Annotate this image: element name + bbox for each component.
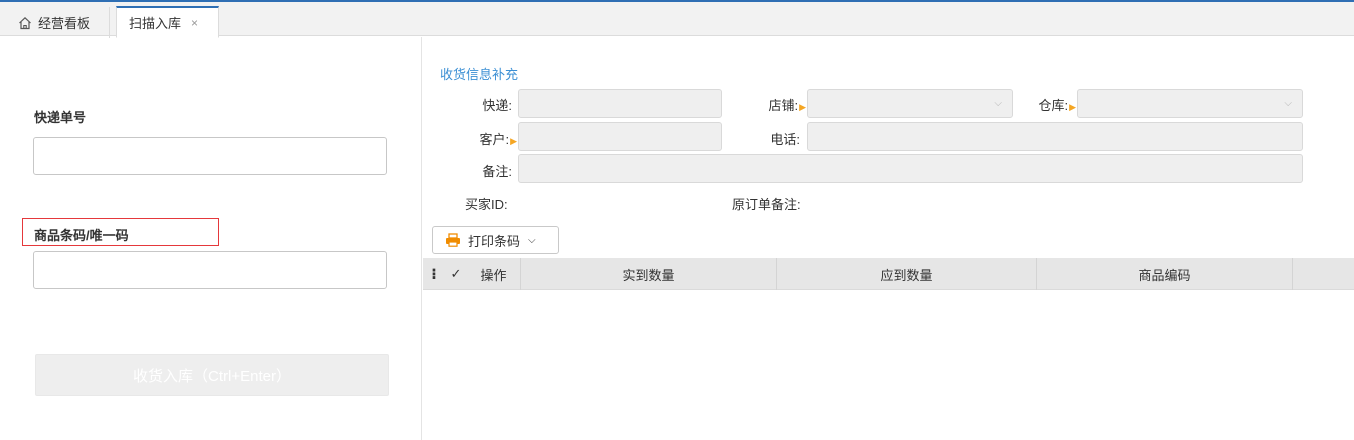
receive-inbound-button[interactable]: 收货入库（Ctrl+Enter） [35,354,389,396]
express-label: 快递: [482,98,512,113]
scan-panel: 快递单号 商品条码/唯一码 收货入库（Ctrl+Enter） [0,37,422,440]
remark-label: 备注: [482,164,512,179]
column-menu-icon[interactable]: ⁝ [423,258,445,290]
required-marker-icon: ▶ [510,136,517,146]
original-order-remark-label: 原订单备注: [732,197,801,212]
tab-dashboard[interactable]: 经营看板 [0,7,110,38]
warehouse-label: 仓库:▶ [1038,98,1076,113]
column-header-operation[interactable]: 操作 [467,258,521,290]
customer-field[interactable] [518,122,722,151]
tab-bar: 经营看板 扫描入库 × [0,0,1354,38]
phone-label: 电话: [770,132,800,147]
print-barcode-label: 打印条码 [468,233,521,249]
barcode-input[interactable] [33,251,387,289]
tab-scan-inbound[interactable]: 扫描入库 × [116,6,219,38]
required-marker-icon: ▶ [1069,102,1076,112]
chevron-down-icon[interactable]: ⌵ [528,235,536,246]
select-all-checkbox[interactable]: ✓ [445,258,467,290]
close-icon[interactable]: × [191,16,198,30]
customer-label: 客户:▶ [479,132,517,147]
section-title: 收货信息补充 [440,67,519,82]
shop-label: 店铺:▶ [768,98,806,113]
grid-header: ⁝ ✓ 操作 实到数量 应到数量 商品编码 [423,258,1354,290]
remark-field[interactable] [518,154,1303,183]
barcode-label: 商品条码/唯一码 [34,228,129,243]
chevron-down-icon: ⌵ [1284,98,1292,109]
chevron-down-icon: ⌵ [994,98,1002,109]
warehouse-select[interactable]: ⌵ [1077,89,1303,118]
express-number-label: 快递单号 [34,110,87,125]
tab-dashboard-label: 经营看板 [38,16,91,31]
home-icon [18,16,32,30]
phone-field[interactable] [807,122,1303,151]
column-header-product-code[interactable]: 商品编码 [1037,258,1293,290]
printer-icon [445,233,461,247]
column-header-actual-qty[interactable]: 实到数量 [521,258,777,290]
express-field[interactable] [518,89,722,118]
express-number-input[interactable] [33,137,387,175]
buyer-id-label: 买家ID: [465,197,508,212]
required-marker-icon: ▶ [799,102,806,112]
shop-select[interactable]: ⌵ [807,89,1013,118]
column-header-expected-qty[interactable]: 应到数量 [777,258,1037,290]
print-barcode-button[interactable]: 打印条码 ⌵ [432,226,559,254]
tab-scan-inbound-label: 扫描入库 [129,16,182,31]
